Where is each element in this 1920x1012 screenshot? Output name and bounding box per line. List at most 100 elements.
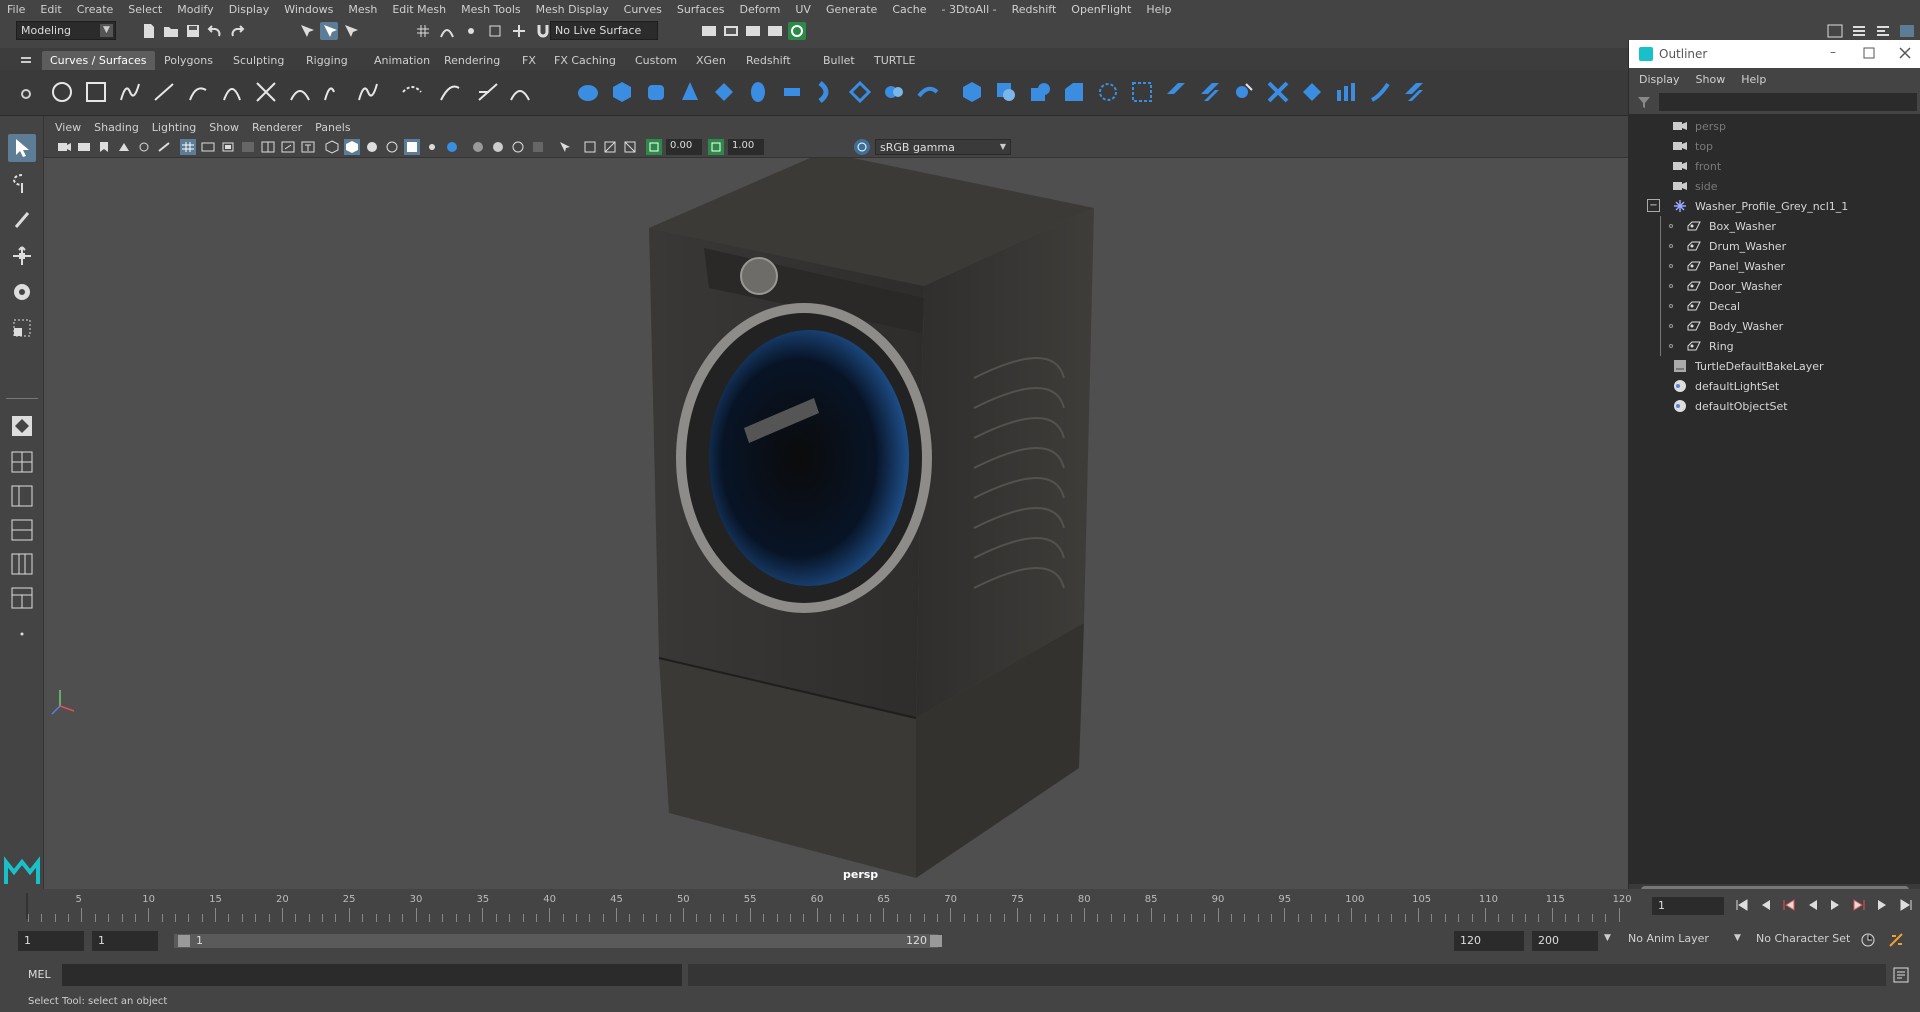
make-live-icon[interactable] [510,22,528,40]
nurbs-cylinder-icon[interactable] [642,78,670,106]
close-icon[interactable] [1897,45,1913,61]
menu-3dtoall[interactable]: - 3DtoAll - [935,3,1005,16]
extend-curve-icon[interactable] [398,78,426,106]
outliner-item[interactable]: TurtleDefaultBakeLayer [1673,356,1824,376]
arc-icon[interactable] [218,78,246,106]
panel-menu-lighting[interactable]: Lighting [147,121,204,134]
uv-editor-layout-icon[interactable] [8,584,36,612]
snap-grid-icon[interactable] [414,22,432,40]
range-start-handle[interactable] [178,935,190,947]
outliner-item[interactable]: Door_Washer [1669,276,1782,296]
minimize-icon[interactable]: – [1825,45,1841,61]
project-curve-icon[interactable] [1094,78,1122,106]
safe-title-icon[interactable] [300,139,316,155]
rebuild-curve-icon[interactable] [474,78,502,106]
menu-select[interactable]: Select [121,3,170,16]
panel-menu-view[interactable]: View [50,121,89,134]
panel-menu-panels[interactable]: Panels [310,121,358,134]
menu-edit-mesh[interactable]: Edit Mesh [385,3,454,16]
birail-icon[interactable] [914,78,942,106]
nurbs-cube-icon[interactable] [608,78,636,106]
outliner-search-input[interactable] [1659,93,1917,111]
lasso-tool-icon[interactable] [8,170,36,198]
default-material-icon[interactable] [364,139,380,155]
grid-icon[interactable] [180,139,196,155]
nurbs-cone-icon[interactable] [676,78,704,106]
menu-edit[interactable]: Edit [33,3,69,16]
cv-curve-icon[interactable] [116,78,144,106]
step-back-key-icon[interactable] [1758,899,1772,914]
camera-attributes-icon[interactable] [76,139,92,155]
outliner-item[interactable]: persp [1673,116,1726,136]
menu-surfaces[interactable]: Surfaces [670,3,733,16]
insert-knot-icon[interactable] [354,78,382,106]
bezier-curve-icon[interactable] [252,78,280,106]
scale-tool-icon[interactable] [8,314,36,342]
outliner-item[interactable]: Drum_Washer [1669,236,1786,256]
nurbs-square-icon[interactable] [82,78,110,106]
toolbox-more-icon[interactable] [8,620,36,648]
menu-cache[interactable]: Cache [885,3,934,16]
insert-isoparm-icon[interactable] [1230,78,1258,106]
rebuild-surface-icon[interactable] [1332,78,1360,106]
outliner-menu-show[interactable]: Show [1696,73,1736,86]
hypershade-layout-icon[interactable] [8,550,36,578]
attribute-editor-icon[interactable] [1850,22,1868,40]
detach-curves-icon[interactable] [320,78,348,106]
depth-of-field-icon[interactable] [530,139,546,155]
outliner-item[interactable]: front [1673,156,1721,176]
menu-file[interactable]: File [0,3,33,16]
view-transform-select[interactable]: sRGB gamma ▼ [875,139,1011,155]
gamma-toggle-icon[interactable] [708,139,724,155]
exposure-field[interactable]: 0.00 [666,139,702,155]
bevel-plus-icon[interactable] [958,78,986,106]
menu-mesh-tools[interactable]: Mesh Tools [454,3,529,16]
extrude-icon[interactable] [880,78,908,106]
shelf-tab-animation[interactable]: Animation [366,51,438,70]
attach-curves-icon[interactable] [286,78,314,106]
detach-surfaces-icon[interactable] [1196,78,1224,106]
outliner-menu-help[interactable]: Help [1741,73,1776,86]
nurbs-sphere-icon[interactable] [574,78,602,106]
snap-curve-icon[interactable] [438,22,456,40]
shelf-tab-polygons[interactable]: Polygons [156,51,221,70]
four-view-layout-icon[interactable] [8,448,36,476]
menu-mesh[interactable]: Mesh [341,3,385,16]
menu-modify[interactable]: Modify [170,3,221,16]
step-forward-frame-icon[interactable] [1852,898,1866,914]
camera-sync-icon[interactable] [602,139,618,155]
pencil-curve-icon[interactable] [184,78,212,106]
shelf-tab-turtle[interactable]: TURTLE [866,51,923,70]
wireframe-icon[interactable] [324,139,340,155]
untrim-icon[interactable] [1060,78,1088,106]
shelf-tab-fx-caching[interactable]: FX Caching [546,51,624,70]
intersect-icon[interactable] [1128,78,1156,106]
render-view-icon[interactable] [700,22,718,40]
film-gate-icon[interactable] [200,139,216,155]
add-points-icon[interactable] [506,78,534,106]
exposure-toggle-icon[interactable] [646,139,662,155]
menu-curves[interactable]: Curves [617,3,670,16]
panel-menu-shading[interactable]: Shading [89,121,147,134]
shelf-menu-icon[interactable] [20,54,32,66]
outliner-item[interactable]: defaultObjectSet [1673,396,1788,416]
command-language-label[interactable]: MEL [28,968,51,981]
animation-start-field[interactable]: 1 [18,931,84,951]
select-by-hierarchy-icon[interactable] [298,22,316,40]
move-tool-icon[interactable] [8,242,36,270]
range-slider[interactable]: 1 120 [174,934,942,948]
filter-icon[interactable] [1637,95,1651,109]
outliner-item[interactable]: Ring [1669,336,1734,356]
menu-redshift[interactable]: Redshift [1005,3,1065,16]
outliner-item[interactable]: − Washer_Profile_Grey_ncl1_1 [1647,196,1848,216]
ipr-render-icon[interactable] [744,22,762,40]
field-chart-icon[interactable] [260,139,276,155]
resolution-gate-icon[interactable] [220,139,236,155]
tool-settings-icon[interactable] [1874,22,1892,40]
new-scene-icon[interactable] [140,22,158,40]
undo-icon[interactable] [206,22,224,40]
nurbs-circle-icon[interactable] [48,78,76,106]
ambient-occlusion-icon[interactable] [470,139,486,155]
hud-icon[interactable] [582,139,598,155]
auto-keyframe-icon[interactable] [1860,932,1876,948]
